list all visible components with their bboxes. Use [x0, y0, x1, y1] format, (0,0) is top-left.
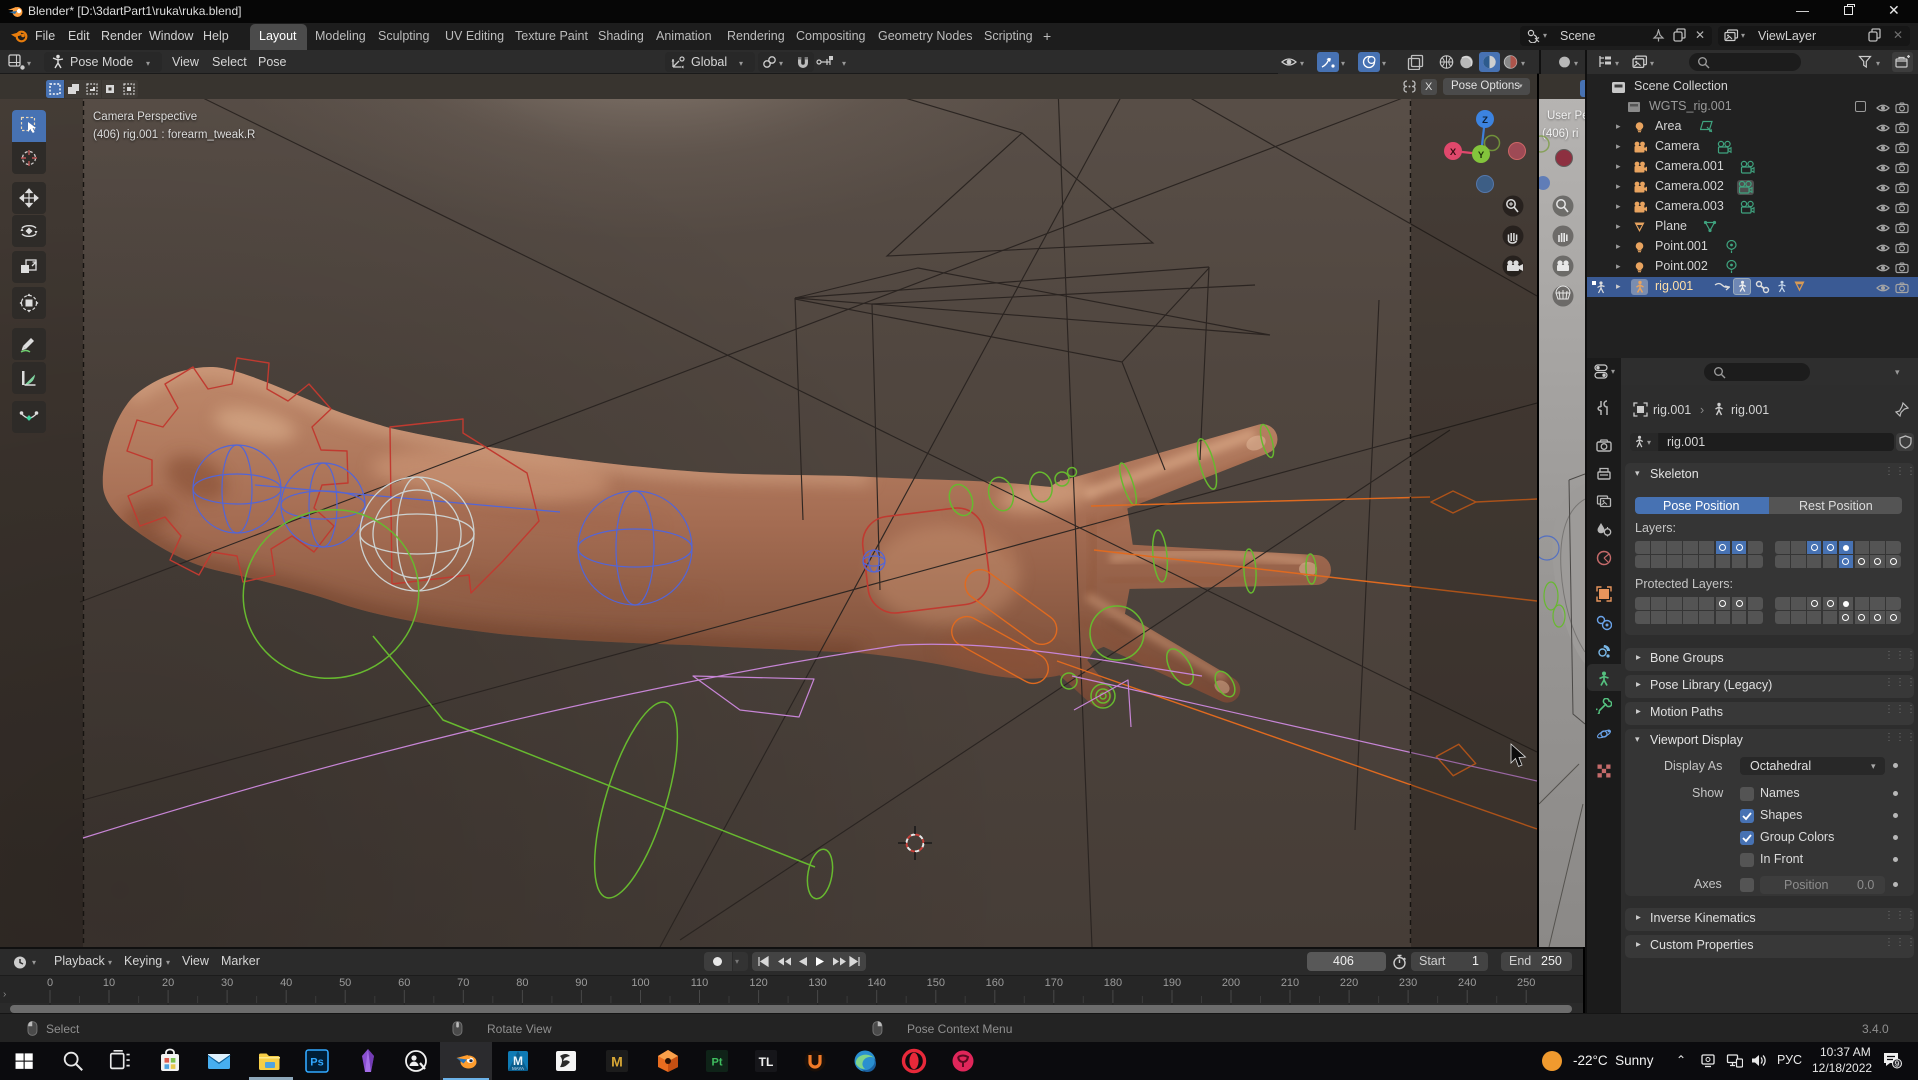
svg-text:M: M	[611, 1054, 623, 1070]
svg-text:200: 200	[1222, 977, 1240, 989]
svg-text:90: 90	[575, 977, 587, 989]
svg-text:80: 80	[516, 977, 528, 989]
svg-text:70: 70	[457, 977, 469, 989]
svg-text:60: 60	[398, 977, 410, 989]
svg-text:X: X	[1450, 147, 1457, 158]
svg-text:110: 110	[691, 977, 709, 989]
svg-text:20: 20	[162, 977, 174, 989]
svg-text:230: 230	[1399, 977, 1417, 989]
svg-text:Z: Z	[1482, 115, 1488, 126]
svg-text:210: 210	[1281, 977, 1299, 989]
svg-text:10: 10	[103, 977, 115, 989]
svg-text:130: 130	[808, 977, 826, 989]
svg-text:160: 160	[986, 977, 1004, 989]
svg-text:150: 150	[927, 977, 945, 989]
svg-text:100: 100	[631, 977, 649, 989]
svg-text:30: 30	[221, 977, 233, 989]
svg-text:120: 120	[749, 977, 767, 989]
svg-text:170: 170	[1045, 977, 1063, 989]
svg-text:0: 0	[47, 977, 53, 989]
svg-text:190: 190	[1163, 977, 1181, 989]
svg-text:180: 180	[1104, 977, 1122, 989]
svg-text:240: 240	[1458, 977, 1476, 989]
svg-text:Ps: Ps	[310, 1057, 323, 1069]
svg-text:Y: Y	[1478, 150, 1485, 161]
svg-text:50: 50	[339, 977, 351, 989]
svg-text:220: 220	[1340, 977, 1358, 989]
svg-text:250: 250	[1517, 977, 1535, 989]
svg-text:140: 140	[868, 977, 886, 989]
svg-text:9: 9	[1895, 1060, 1900, 1069]
svg-text:MAYA: MAYA	[512, 1066, 524, 1071]
svg-text:40: 40	[280, 977, 292, 989]
svg-text:Pt: Pt	[712, 1057, 723, 1069]
svg-text:TL: TL	[759, 1055, 774, 1069]
